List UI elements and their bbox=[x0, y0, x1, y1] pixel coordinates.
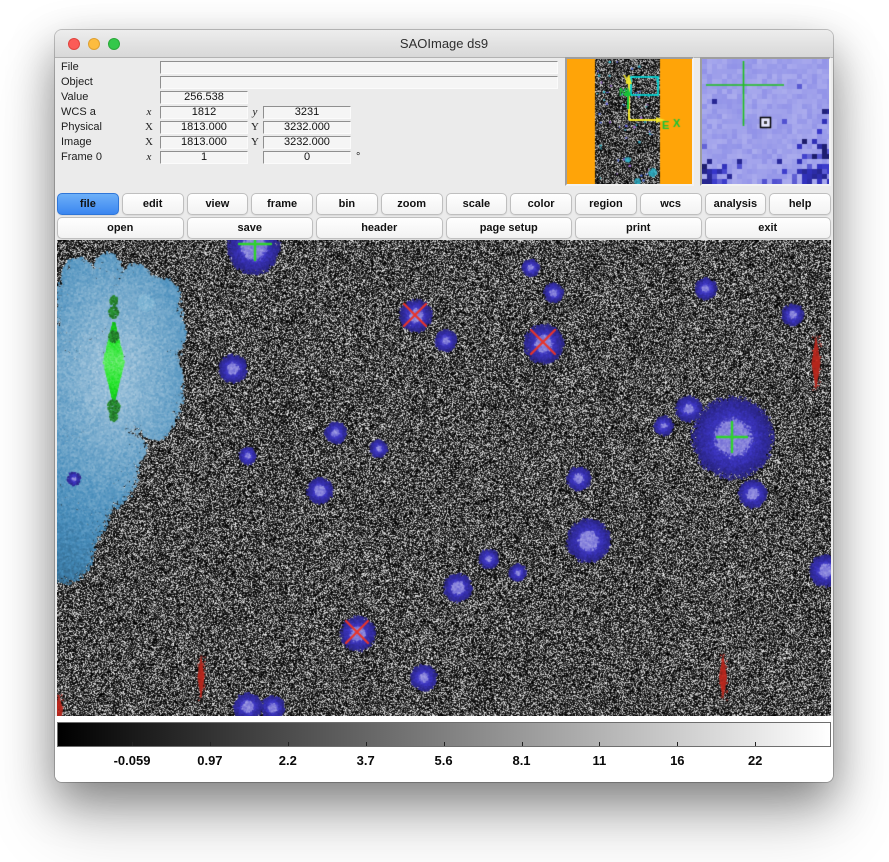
frame-zoom-field[interactable]: 1 bbox=[160, 151, 248, 164]
info-row-physical: Physical X 1813.000 Y 3232.000 bbox=[55, 121, 565, 134]
file-menu-button-print[interactable]: print bbox=[575, 217, 702, 239]
image-label: Image bbox=[61, 136, 92, 149]
menu-button-analysis[interactable]: analysis bbox=[705, 193, 767, 215]
file-menu-button-header[interactable]: header bbox=[316, 217, 443, 239]
image-x-field[interactable]: 1813.000 bbox=[160, 136, 248, 149]
file-field[interactable] bbox=[160, 61, 558, 74]
menu-button-region[interactable]: region bbox=[575, 193, 637, 215]
colorbar-tick bbox=[677, 742, 678, 746]
menu-button-zoom[interactable]: zoom bbox=[381, 193, 443, 215]
value-field[interactable]: 256.538 bbox=[160, 91, 248, 104]
frame-x-label: x bbox=[143, 151, 155, 164]
colorbar-tick-label: 11 bbox=[593, 753, 607, 768]
menu-button-help[interactable]: help bbox=[769, 193, 831, 215]
image-x-label: X bbox=[143, 136, 155, 149]
object-field[interactable] bbox=[160, 76, 558, 89]
info-row-image: Image X 1813.000 Y 3232.000 bbox=[55, 136, 565, 149]
colorbar-tick-label: 8.1 bbox=[512, 753, 530, 768]
menu-button-edit[interactable]: edit bbox=[122, 193, 184, 215]
window-title: SAOImage ds9 bbox=[55, 30, 833, 57]
value-label: Value bbox=[61, 91, 88, 104]
colorbar-tick bbox=[366, 742, 367, 746]
panner-panel bbox=[565, 57, 694, 186]
menu-button-wcs[interactable]: wcs bbox=[640, 193, 702, 215]
colorbar-tick bbox=[522, 742, 523, 746]
physical-x-label: X bbox=[143, 121, 155, 134]
wcs-y-field[interactable]: 3231 bbox=[263, 106, 351, 119]
physical-y-field[interactable]: 3232.000 bbox=[263, 121, 351, 134]
physical-x-field[interactable]: 1813.000 bbox=[160, 121, 248, 134]
zoom-window-button[interactable] bbox=[108, 38, 120, 50]
file-menu-button-save[interactable]: save bbox=[187, 217, 314, 239]
minimize-button[interactable] bbox=[88, 38, 100, 50]
ds9-window: SAOImage ds9 File Object Value 256.538 W… bbox=[55, 30, 833, 782]
colorbar-tick bbox=[444, 742, 445, 746]
colorbar-tick-label: 3.7 bbox=[357, 753, 375, 768]
colorbar-tick-label: 2.2 bbox=[279, 753, 297, 768]
physical-label: Physical bbox=[61, 121, 102, 134]
file-menu-button-open[interactable]: open bbox=[57, 217, 184, 239]
info-row-frame: Frame 0 x 1 0 ° bbox=[55, 151, 565, 164]
image-display-area bbox=[57, 240, 831, 716]
wcs-label: WCS a bbox=[61, 106, 96, 119]
degree-suffix: ° bbox=[356, 151, 360, 164]
menu-button-frame[interactable]: frame bbox=[251, 193, 313, 215]
colorbar-tick bbox=[132, 742, 133, 746]
menu-button-view[interactable]: view bbox=[187, 193, 249, 215]
menu-button-color[interactable]: color bbox=[510, 193, 572, 215]
colorbar-section: -0.059 0.97 2.2 3.7 5.6 8.1 11 16 22 bbox=[55, 716, 833, 782]
file-menu-button-exit[interactable]: exit bbox=[705, 217, 832, 239]
colorbar-tick-label: 0.97 bbox=[197, 753, 222, 768]
frame-rotation-field[interactable]: 0 bbox=[263, 151, 351, 164]
file-menu-button-row: opensaveheaderpage setupprintexit bbox=[57, 217, 831, 239]
info-row-file: File bbox=[55, 61, 565, 74]
info-row-object: Object bbox=[55, 76, 565, 89]
wcs-x-label: x bbox=[143, 106, 155, 119]
magnifier-canvas[interactable] bbox=[702, 59, 829, 184]
sky-image-canvas[interactable] bbox=[57, 240, 831, 716]
colorbar-tick bbox=[210, 742, 211, 746]
colorbar-tick-label: 5.6 bbox=[435, 753, 453, 768]
object-label: Object bbox=[61, 76, 93, 89]
image-y-label: Y bbox=[249, 136, 261, 149]
wcs-x-field[interactable]: 1812 bbox=[160, 106, 248, 119]
image-y-field[interactable]: 3232.000 bbox=[263, 136, 351, 149]
colorbar-tick-label: 16 bbox=[670, 753, 684, 768]
colorbar-tick bbox=[755, 742, 756, 746]
panner-canvas[interactable] bbox=[567, 59, 692, 184]
info-panel: File Object Value 256.538 WCS a x 1812 y… bbox=[55, 57, 565, 197]
colorbar-tick-label: 22 bbox=[748, 753, 762, 768]
menu-button-bin[interactable]: bin bbox=[316, 193, 378, 215]
colorbar-tick bbox=[288, 742, 289, 746]
file-label: File bbox=[61, 61, 79, 74]
close-button[interactable] bbox=[68, 38, 80, 50]
magnifier-panel bbox=[700, 57, 831, 186]
physical-y-label: Y bbox=[249, 121, 261, 134]
info-row-value: Value 256.538 bbox=[55, 91, 565, 104]
titlebar[interactable]: SAOImage ds9 bbox=[55, 30, 833, 58]
colorbar-tick-label: -0.059 bbox=[114, 753, 151, 768]
file-menu-button-page-setup[interactable]: page setup bbox=[446, 217, 573, 239]
menu-button-scale[interactable]: scale bbox=[446, 193, 508, 215]
menu-button-file[interactable]: file bbox=[57, 193, 119, 215]
menu-button-row: fileeditviewframebinzoomscalecolorregion… bbox=[57, 193, 831, 216]
frame-label: Frame 0 bbox=[61, 151, 102, 164]
info-row-wcs: WCS a x 1812 y 3231 bbox=[55, 106, 565, 119]
colorbar-tick bbox=[599, 742, 600, 746]
wcs-y-label: y bbox=[249, 106, 261, 119]
